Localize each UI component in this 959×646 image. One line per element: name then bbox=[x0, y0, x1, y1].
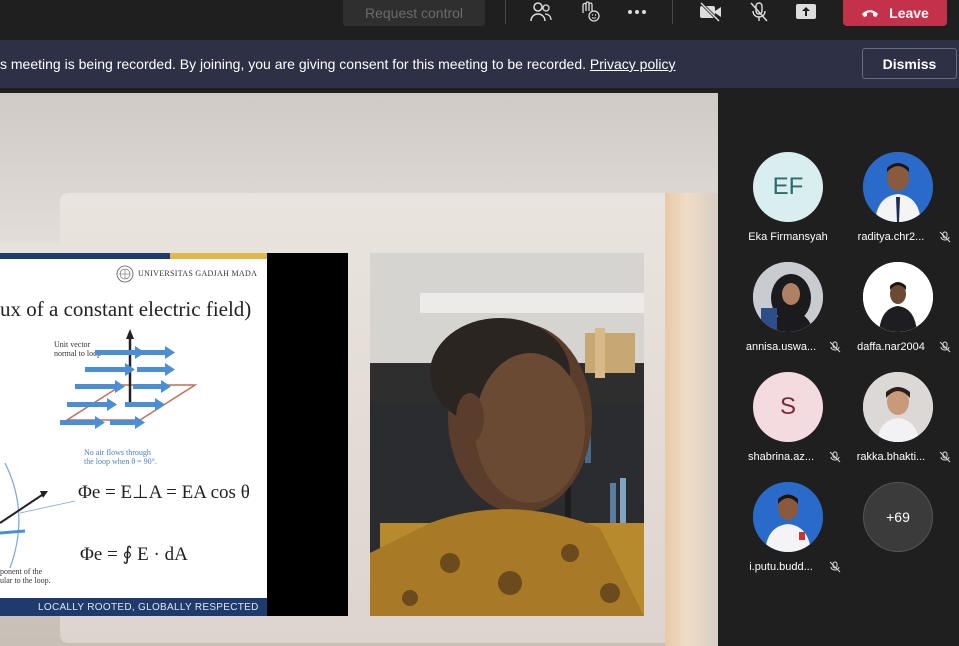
recording-banner: s meeting is being recorded. By joining,… bbox=[0, 40, 959, 88]
share-screen-icon[interactable] bbox=[791, 0, 821, 24]
participant-tile[interactable]: EF Eka Firmansyah bbox=[733, 152, 843, 252]
muted-mic-icon bbox=[939, 341, 951, 353]
flux-equation-1: Φe = E⊥A = EA cos θ bbox=[78, 482, 250, 503]
participant-tile[interactable]: daffa.nar2004 bbox=[843, 262, 953, 362]
angle-diagram bbox=[0, 462, 75, 569]
privacy-policy-link[interactable]: Privacy policy bbox=[590, 56, 676, 72]
mic-off-icon[interactable] bbox=[744, 0, 774, 24]
main-stage: UNIVERSITAS GADJAH MADA ux of a constant… bbox=[0, 93, 718, 646]
component-label: ponent of the bbox=[0, 567, 43, 576]
participant-name: i.putu.budd... bbox=[749, 561, 813, 573]
more-participants-tile[interactable]: +69 bbox=[843, 482, 953, 582]
participant-name: daffa.nar2004 bbox=[857, 341, 925, 353]
muted-mic-icon bbox=[829, 561, 841, 573]
leave-label: Leave bbox=[889, 5, 929, 21]
muted-mic-icon bbox=[939, 451, 951, 463]
background-panel-edge bbox=[665, 193, 718, 646]
camera-off-icon[interactable] bbox=[696, 0, 726, 24]
muted-mic-icon bbox=[829, 451, 841, 463]
avatar: S bbox=[753, 372, 823, 442]
component-label-2: ular to the loop. bbox=[0, 576, 51, 585]
recording-notice: s meeting is being recorded. By joining,… bbox=[0, 56, 675, 72]
raise-hand-icon[interactable] bbox=[574, 0, 604, 24]
more-icon[interactable] bbox=[622, 0, 652, 24]
participant-tile[interactable]: annisa.uswa... bbox=[733, 262, 843, 362]
more-participants-count[interactable]: +69 bbox=[863, 482, 933, 552]
shared-slide: UNIVERSITAS GADJAH MADA ux of a constant… bbox=[0, 253, 348, 616]
participant-name: shabrina.az... bbox=[747, 451, 815, 463]
presenter-video-image bbox=[370, 253, 644, 616]
dismiss-button[interactable]: Dismiss bbox=[862, 48, 957, 79]
flux-diagram bbox=[60, 329, 198, 429]
no-air-label: No air flows through bbox=[84, 448, 151, 457]
slide-university-name: UNIVERSITAS GADJAH MADA bbox=[138, 269, 258, 278]
people-icon[interactable] bbox=[526, 0, 556, 24]
participants-panel: EF Eka Firmansyah raditya.chr2... annisa… bbox=[718, 93, 959, 646]
participant-tile[interactable]: rakka.bhakti... bbox=[843, 372, 953, 472]
avatar bbox=[753, 482, 823, 552]
meeting-window: Request control Leave s meeting is being bbox=[0, 0, 959, 646]
muted-mic-icon bbox=[939, 231, 951, 243]
slide-footer: LOCALLY ROOTED, GLOBALLY RESPECTED bbox=[0, 598, 267, 616]
university-seal-icon bbox=[116, 265, 134, 283]
toolbar-divider bbox=[672, 0, 673, 24]
meeting-toolbar: Request control Leave bbox=[0, 0, 959, 40]
participant-name: rakka.bhakti... bbox=[856, 451, 926, 463]
slide-title: ux of a constant electric field) bbox=[0, 297, 252, 321]
avatar bbox=[863, 262, 933, 332]
muted-mic-icon bbox=[829, 341, 841, 353]
leave-button[interactable]: Leave bbox=[843, 0, 947, 26]
participant-name: raditya.chr2... bbox=[857, 231, 925, 243]
phone-hangup-icon bbox=[862, 10, 879, 17]
participant-tile[interactable]: i.putu.budd... bbox=[733, 482, 843, 582]
toolbar-divider bbox=[505, 0, 506, 24]
request-control-button[interactable]: Request control bbox=[343, 0, 485, 26]
participant-name: Eka Firmansyah bbox=[748, 231, 828, 243]
participant-name: annisa.uswa... bbox=[745, 341, 817, 353]
avatar bbox=[863, 372, 933, 442]
presenter-video bbox=[370, 253, 644, 616]
participant-tile[interactable]: S shabrina.az... bbox=[733, 372, 843, 472]
avatar bbox=[753, 262, 823, 332]
avatar: EF bbox=[753, 152, 823, 222]
participant-tile[interactable]: raditya.chr2... bbox=[843, 152, 953, 252]
no-air-label-2: the loop when θ = 90°. bbox=[84, 457, 157, 466]
slide-header-accent bbox=[170, 253, 267, 259]
flux-equation-2: Φe = ∮ E · dA bbox=[80, 544, 188, 565]
slide-page: UNIVERSITAS GADJAH MADA ux of a constant… bbox=[0, 253, 267, 616]
recording-notice-text: s meeting is being recorded. By joining,… bbox=[0, 56, 590, 72]
avatar bbox=[863, 152, 933, 222]
